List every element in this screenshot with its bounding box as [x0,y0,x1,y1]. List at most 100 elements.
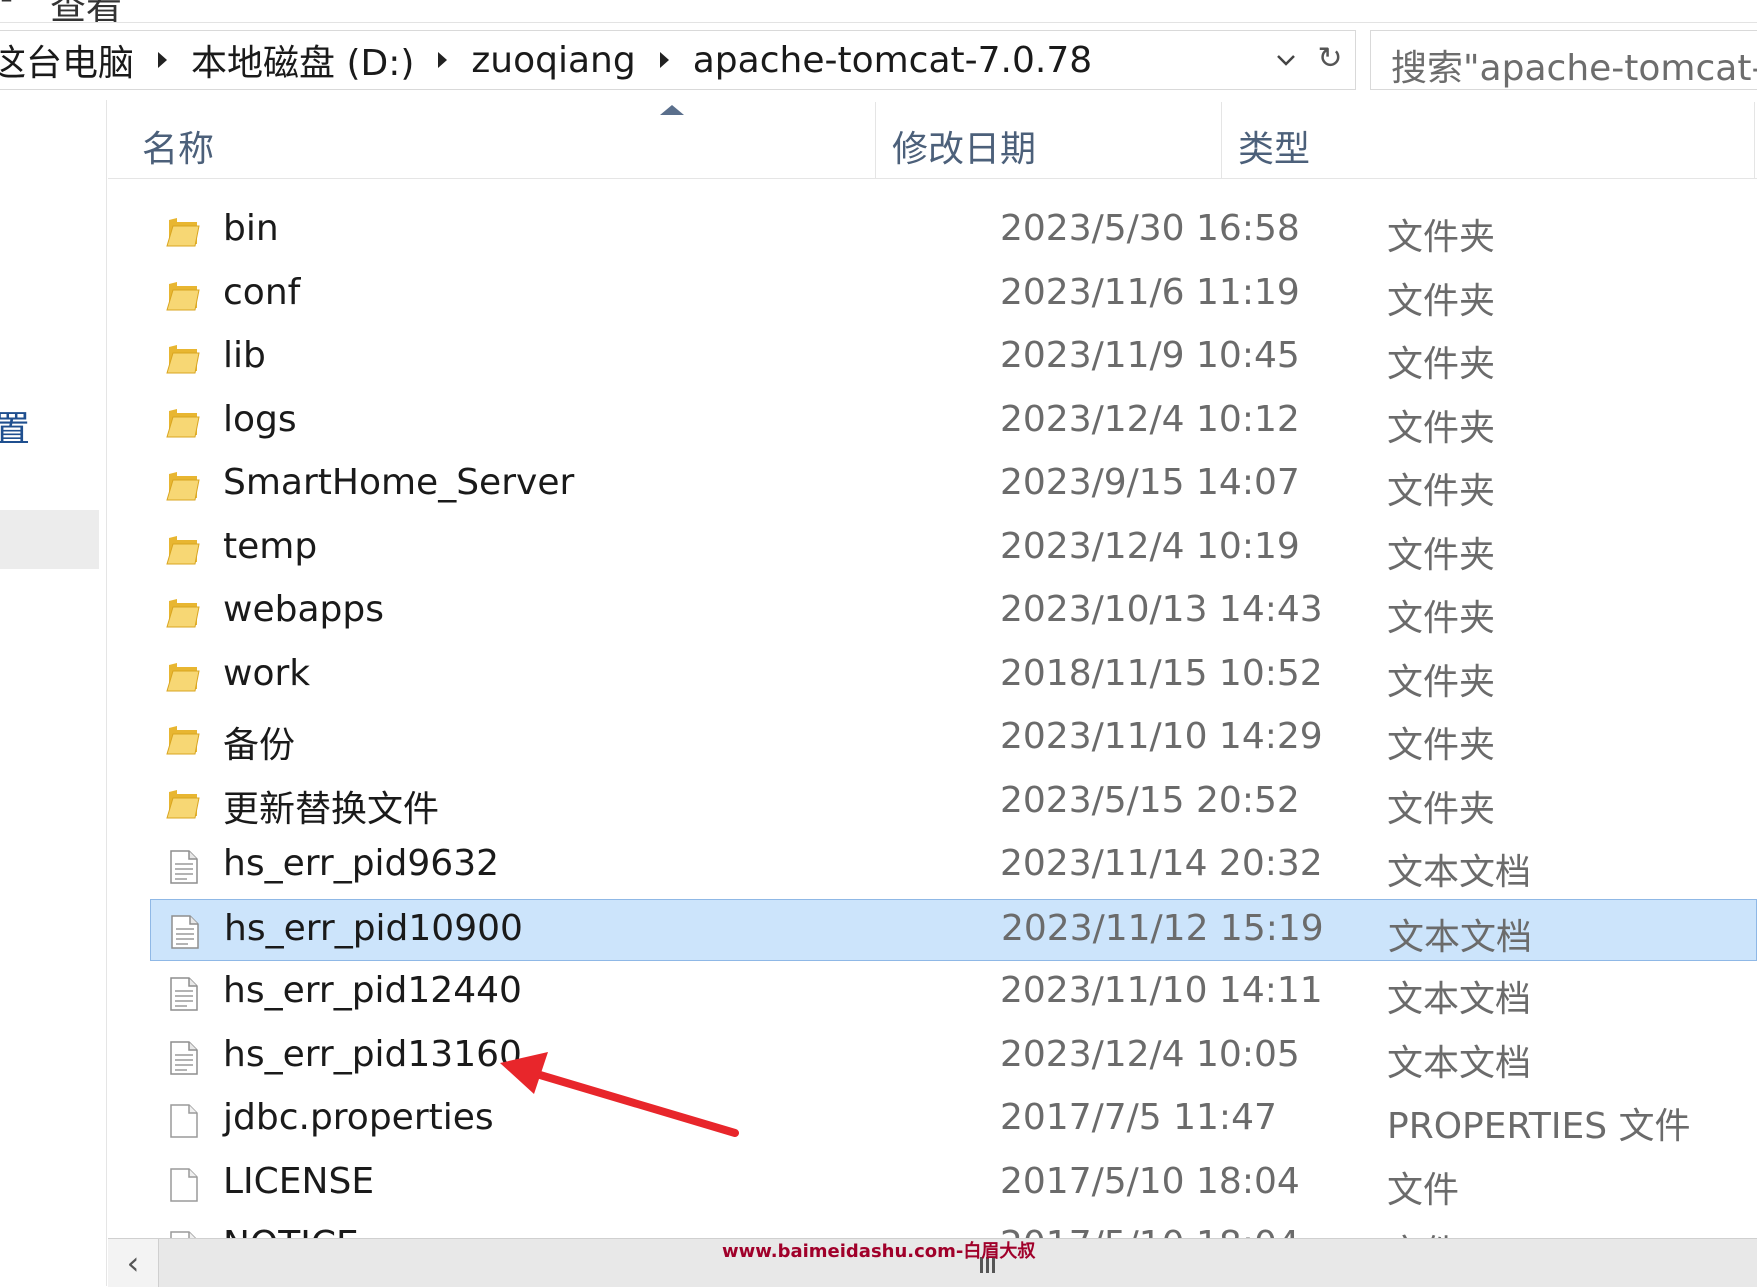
file-row[interactable]: conf 2023/11/6 11:19 文件夹 [150,264,1757,326]
file-row[interactable]: 备份 2023/11/10 14:29 文件夹 [150,708,1757,770]
file-name[interactable]: LICENSE [223,1161,374,1202]
file-type: 文件夹 [1387,407,1496,449]
column-header-date[interactable]: 修改日期 [892,120,1036,172]
breadcrumb-this-pc[interactable]: 这台电脑 [0,34,142,86]
file-type: 文本文档 [1387,1042,1532,1084]
file-modified-date: 2023/12/4 10:19 [1000,525,1300,567]
file-type: 文件夹 [1387,788,1496,830]
file-name[interactable]: hs_err_pid13160 [223,1034,522,1075]
nav-item-selected[interactable] [0,510,99,569]
file-name[interactable]: webapps [223,589,384,630]
file-row[interactable]: hs_err_pid9632 2023/11/14 20:32 文本文档 [150,835,1757,897]
address-bar[interactable]: 这台电脑 本地磁盘 (D:) zuoqiang apache-tomcat-7.… [0,30,1356,90]
file-modified-date: 2023/11/10 14:29 [1000,716,1323,757]
text-document-icon [165,849,201,885]
file-type: 文件夹 [1387,280,1496,322]
breadcrumb-chevron-icon[interactable] [438,52,448,68]
file-row[interactable]: lib 2023/11/9 10:45 文件夹 [150,327,1757,389]
file-name[interactable]: hs_err_pid9632 [223,843,499,884]
ribbon-tab-view[interactable]: 查看 [50,0,122,22]
column-header-type[interactable]: 类型 [1238,120,1310,172]
navigation-pane: 置 [0,100,100,1286]
file-name[interactable]: temp [223,526,317,567]
folder-icon [165,532,201,568]
file-row[interactable]: hs_err_pid10900 2023/11/12 15:19 文本文档 [150,898,1757,961]
breadcrumb-chevron-icon[interactable] [158,52,168,68]
file-type: 文本文档 [1387,852,1532,893]
column-divider[interactable] [875,102,876,178]
file-type: 文件夹 [1387,725,1496,766]
file-icon [165,1103,201,1139]
file-row[interactable]: logs 2023/12/4 10:12 文件夹 [150,391,1757,453]
folder-icon [165,278,201,314]
text-document-icon [165,976,201,1012]
file-modified-date: 2023/9/15 14:07 [1000,462,1300,503]
file-row[interactable]: SmartHome_Server 2023/9/15 14:07 文件夹 [150,454,1757,516]
search-placeholder: 搜索"apache-tomcat-7.0.78" [1391,48,1757,89]
file-name[interactable]: work [223,653,310,694]
file-modified-date: 2023/11/6 11:19 [1000,271,1300,313]
file-icon [165,1167,201,1203]
file-name[interactable]: hs_err_pid10900 [224,908,523,949]
file-type: 文件夹 [1387,598,1496,639]
file-modified-date: 2023/5/15 20:52 [1000,779,1300,821]
breadcrumb-local-disk-d[interactable]: 本地磁盘 (D:) [183,34,422,86]
scroll-left-icon[interactable]: ‹ [108,1239,159,1287]
folder-icon [165,659,201,695]
file-name[interactable]: jdbc.properties [223,1097,494,1138]
file-row[interactable]: LICENSE 2017/5/10 18:04 文件 [150,1153,1757,1215]
ribbon-tabs: - 查看 [0,0,1757,23]
breadcrumb-zuoqiang[interactable]: zuoqiang [463,40,643,81]
file-name[interactable]: logs [223,399,297,440]
folder-icon [165,786,201,822]
breadcrumb: 这台电脑 本地磁盘 (D:) zuoqiang apache-tomcat-7.… [0,31,1100,89]
file-type: 文本文档 [1387,979,1532,1020]
file-name[interactable]: conf [223,272,300,313]
breadcrumb-chevron-icon[interactable] [659,52,669,68]
file-row[interactable]: temp 2023/12/4 10:19 文件夹 [150,518,1757,580]
pane-splitter[interactable] [106,100,107,1286]
column-header-name[interactable]: 名称 [142,120,214,172]
column-divider[interactable] [1221,102,1222,178]
file-modified-date: 2017/5/10 18:04 [1000,1160,1300,1202]
chevron-down-icon[interactable] [1272,43,1300,77]
folder-icon [165,468,201,504]
search-input[interactable]: 搜索"apache-tomcat-7.0.78" [1370,30,1757,90]
refresh-icon[interactable]: ↻ [1313,41,1347,77]
file-modified-date: 2023/12/4 10:12 [1000,398,1300,440]
file-row[interactable]: hs_err_pid12440 2023/11/10 14:11 文本文档 [150,962,1757,1024]
file-row[interactable]: bin 2023/5/30 16:58 文件夹 [150,200,1757,262]
text-document-icon [165,1040,201,1076]
file-type: 文件夹 [1387,661,1496,703]
file-name[interactable]: 更新替换文件 [223,780,439,832]
file-type: 文件夹 [1387,534,1496,576]
file-modified-date: 2023/12/4 10:05 [1000,1033,1300,1075]
folder-icon [165,722,201,758]
column-divider[interactable] [1754,102,1755,178]
file-row[interactable]: jdbc.properties 2017/7/5 11:47 PROPERTIES … [150,1089,1757,1151]
file-name[interactable]: lib [223,335,266,376]
file-row[interactable]: webapps 2023/10/13 14:43 文件夹 [150,581,1757,643]
file-type: 文件夹 [1387,217,1496,258]
breadcrumb-apache-tomcat[interactable]: apache-tomcat-7.0.78 [685,40,1100,81]
file-type: 文件夹 [1387,344,1496,385]
file-modified-date: 2023/11/9 10:45 [1000,335,1300,376]
file-row[interactable]: hs_err_pid13160 2023/12/4 10:05 文本文档 [150,1026,1757,1088]
column-headers: 名称 修改日期 类型 [108,102,1757,179]
ribbon-fragment: - [0,0,13,19]
file-modified-date: 2023/11/14 20:32 [1000,843,1323,884]
file-type: 文本文档 [1388,916,1533,958]
file-name[interactable]: SmartHome_Server [223,462,574,503]
file-name[interactable]: hs_err_pid12440 [223,970,522,1011]
file-name[interactable]: bin [223,208,279,249]
nav-item-fragment[interactable]: 置 [0,400,30,452]
file-modified-date: 2018/11/15 10:52 [1000,652,1323,694]
folder-icon [165,595,201,631]
folder-icon [165,341,201,377]
file-modified-date: 2017/7/5 11:47 [1000,1097,1277,1138]
file-type: 文件 [1387,1169,1460,1211]
file-row[interactable]: 更新替换文件 2023/5/15 20:52 文件夹 [150,772,1757,834]
file-row[interactable]: work 2018/11/15 10:52 文件夹 [150,645,1757,707]
file-name[interactable]: 备份 [223,716,295,768]
file-type: PROPERTIES 文件 [1387,1106,1691,1147]
